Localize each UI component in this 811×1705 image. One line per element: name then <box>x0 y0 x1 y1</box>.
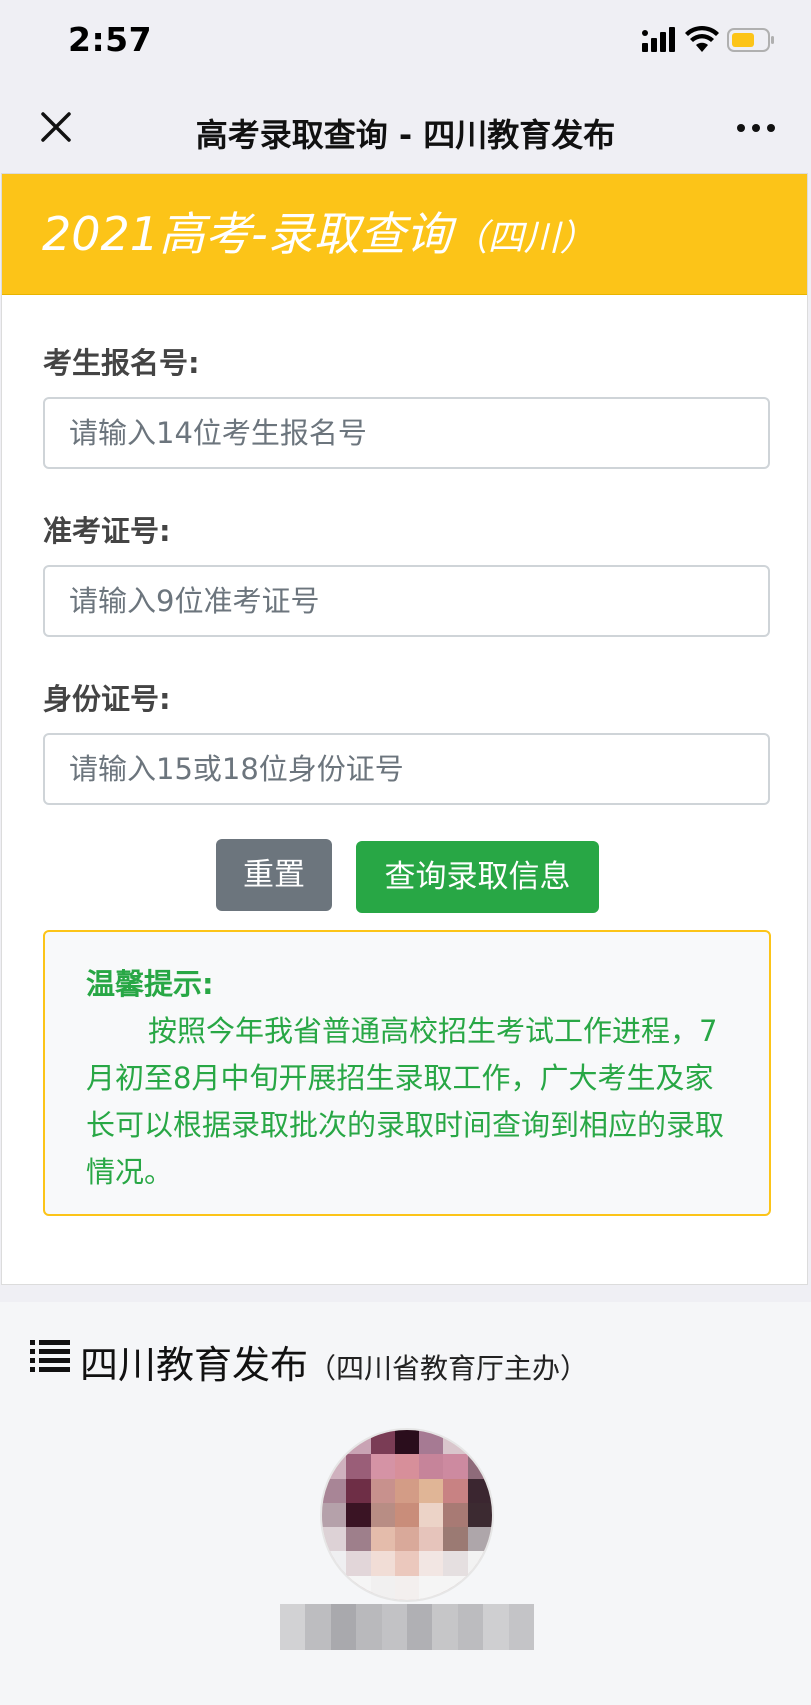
avatar-pixelated <box>322 1430 492 1600</box>
tip-body: 按照今年我省普通高校招生考试工作进程，7月初至8月中旬开展招生录取工作，广大考生… <box>86 1014 725 1189</box>
account-name-blurred <box>280 1604 535 1650</box>
wifi-icon <box>685 25 719 52</box>
reset-button[interactable]: 重置 <box>216 839 332 911</box>
list-icon <box>30 1340 70 1372</box>
registration-number-input[interactable] <box>43 397 770 469</box>
registration-number-label: 考生报名号: <box>43 346 200 380</box>
account-section: 四川教育发布（四川省教育厅主办） <box>0 1302 811 1705</box>
id-number-input[interactable] <box>43 733 770 805</box>
card-title-region: （四川） <box>451 218 596 259</box>
tip-box: 温馨提示: 按照今年我省普通高校招生考试工作进程，7月初至8月中旬开展招生录取工… <box>43 930 771 1216</box>
more-options-icon[interactable] <box>736 120 776 136</box>
account-title: 四川教育发布 <box>80 1343 309 1387</box>
id-number-label: 身份证号: <box>43 682 171 716</box>
avatar[interactable] <box>320 1428 494 1602</box>
account-name: 四川教育发布（四川省教育厅主办） <box>80 1334 588 1389</box>
query-card: 2021高考-录取查询（四川） 考生报名号: 准考证号: 身份证号: 重置 查询… <box>1 173 808 1285</box>
nav-bar: 高考录取查询 - 四川教育发布 <box>0 82 811 174</box>
query-admission-button[interactable]: 查询录取信息 <box>356 841 599 913</box>
tip-title: 温馨提示: <box>86 967 214 1001</box>
cellular-signal-icon <box>642 27 675 52</box>
status-bar: 2:57 <box>0 0 811 82</box>
admission-ticket-label: 准考证号: <box>43 514 171 548</box>
account-organizer: （四川省教育厅主办） <box>308 1352 589 1385</box>
admission-ticket-input[interactable] <box>43 565 770 637</box>
status-time: 2:57 <box>68 20 153 59</box>
card-title: 2021高考-录取查询（四川） <box>42 198 596 264</box>
card-header: 2021高考-录取查询（四川） <box>2 174 807 295</box>
card-title-main: 2021高考-录取查询 <box>42 207 452 261</box>
page-title: 高考录取查询 - 四川教育发布 <box>195 116 616 154</box>
battery-icon <box>727 28 774 52</box>
